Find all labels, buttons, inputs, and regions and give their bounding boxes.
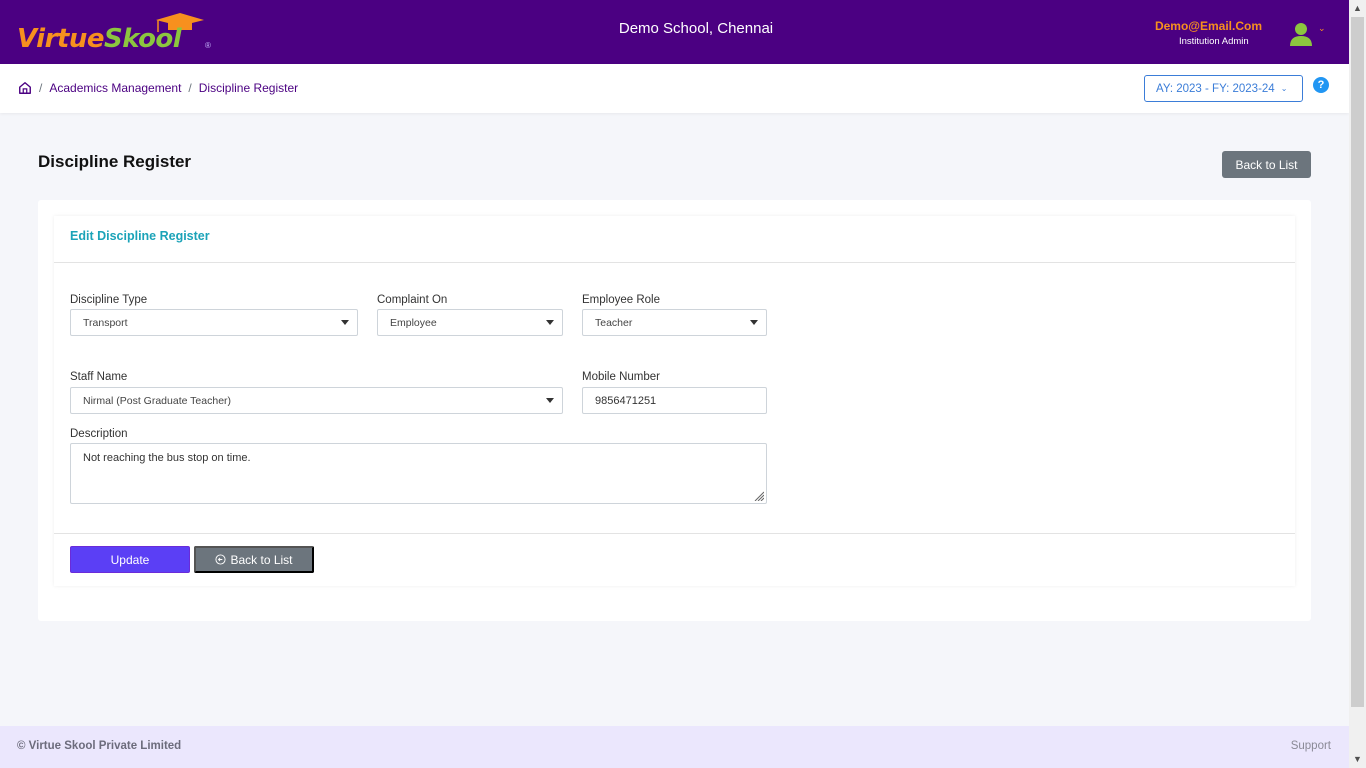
breadcrumb-academics-management[interactable]: Academics Management [49,81,181,95]
caret-down-icon [341,320,349,325]
footer: © Virtue Skool Private Limited Support [0,726,1349,768]
academic-year-select[interactable]: AY: 2023 - FY: 2023-24 ⌄ [1144,75,1303,102]
back-to-list-button[interactable]: Back to List [194,546,314,573]
form-container: Edit Discipline Register Discipline Type… [38,200,1311,621]
employee-role-value: Teacher [595,316,633,329]
staff-name-value: Nirmal (Post Graduate Teacher) [83,394,232,407]
page-title: Discipline Register [38,152,192,171]
user-email[interactable]: Demo@Email.Com [1155,19,1262,33]
breadcrumb-bar: / Academics Management / Discipline Regi… [0,64,1349,113]
back-to-list-button-top[interactable]: Back to List [1222,151,1311,178]
breadcrumb: / Academics Management / Discipline Regi… [18,81,298,95]
divider [54,533,1295,534]
academic-year-value: AY: 2023 - FY: 2023-24 [1156,82,1275,95]
complaint-on-label: Complaint On [377,294,448,306]
edit-form-card: Edit Discipline Register Discipline Type… [54,216,1295,586]
complaint-on-select[interactable]: Employee [377,309,563,336]
back-to-list-label: Back to List [230,552,293,567]
breadcrumb-separator: / [188,81,192,95]
mobile-number-label: Mobile Number [582,371,660,383]
support-link[interactable]: Support [1291,740,1331,752]
description-textarea[interactable]: Not reaching the bus stop on time. [70,443,767,504]
home-icon[interactable] [18,81,32,95]
description-label: Description [70,428,128,440]
user-avatar-icon[interactable] [1290,22,1312,46]
scroll-thumb[interactable] [1351,17,1364,707]
staff-name-select[interactable]: Nirmal (Post Graduate Teacher) [70,387,563,414]
employee-role-select[interactable]: Teacher [582,309,767,336]
vertical-scrollbar[interactable]: ▲ ▼ [1349,0,1366,768]
update-button[interactable]: Update [70,546,190,573]
chevron-down-icon[interactable]: ⌄ [1318,23,1326,34]
scroll-up-icon[interactable]: ▲ [1349,0,1366,17]
chevron-down-icon: ⌄ [1280,84,1288,93]
description-value: Not reaching the bus stop on time. [83,452,251,464]
scroll-down-icon[interactable]: ▼ [1349,751,1366,768]
mobile-number-value: 9856471251 [595,394,657,407]
complaint-on-value: Employee [390,316,437,329]
help-icon[interactable]: ? [1313,77,1329,93]
form-header: Edit Discipline Register [54,216,1295,263]
arrow-left-circle-icon [215,554,227,565]
breadcrumb-discipline-register[interactable]: Discipline Register [199,81,298,95]
staff-name-label: Staff Name [70,371,128,383]
breadcrumb-separator: / [39,81,43,95]
top-navbar: VirtueSkool ® Demo School, Chennai Demo@… [0,0,1349,64]
resize-handle-icon[interactable] [754,491,764,501]
caret-down-icon [750,320,758,325]
registered-mark: ® [205,41,211,50]
caret-down-icon [546,320,554,325]
discipline-type-value: Transport [83,316,128,329]
caret-down-icon [546,398,554,403]
user-role: Institution Admin [1179,36,1249,47]
mobile-number-input[interactable]: 9856471251 [582,387,767,414]
discipline-type-label: Discipline Type [70,294,148,306]
discipline-type-select[interactable]: Transport [70,309,358,336]
copyright-text: © Virtue Skool Private Limited [17,740,182,752]
employee-role-label: Employee Role [582,294,660,306]
